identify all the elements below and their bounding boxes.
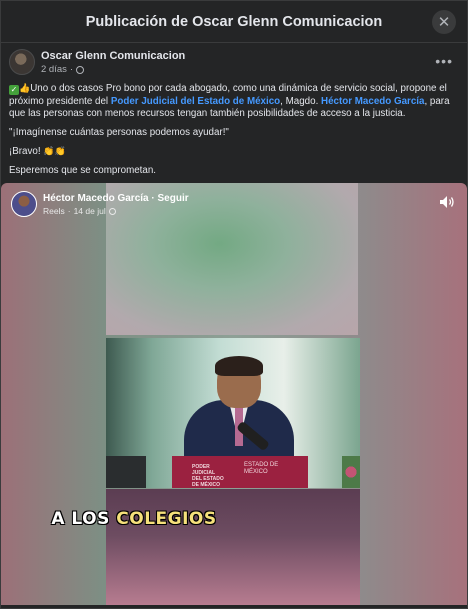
post-meta: 2 días · [41,64,85,75]
checkmark-icon: ✓ [9,85,19,95]
post-modal: Publicación de Oscar Glenn Comunicacion … [0,0,468,609]
thumbs-up-icon: 👍 [19,83,31,93]
follow-button[interactable]: Seguir [158,193,189,204]
video-still: PODER JUDICIAL DEL ESTADO DE MÉXICO ESTA… [106,338,360,488]
reel-author-avatar[interactable] [11,191,37,217]
lectern-logo-right: ESTADO DE MÉXICO [244,462,279,475]
modal-title: Publicación de Oscar Glenn Comunicacion [85,13,383,30]
caption-text-b: COLEGIOS [116,509,217,529]
caption-background [106,489,360,605]
link-hector-macedo[interactable]: Héctor Macedo García [321,96,424,107]
more-options-icon[interactable]: ••• [435,53,453,69]
link-poder-judicial[interactable]: Poder Judicial del Estado de México [111,96,280,107]
post-author-row: Oscar Glenn Comunicacion 2 días · ••• [9,49,459,79]
post-quote: "¡Imagínense cuántas personas podemos ay… [9,126,229,138]
close-button[interactable]: ✕ [432,10,456,34]
reel-type: Reels [43,206,65,216]
bravo-text: ¡Bravo! [9,146,41,157]
post-paragraph-1: ✓ 👍Uno o dos casos Pro bono por cada abog… [9,82,461,121]
reel-separator: · [148,193,158,204]
post-body: ✓ 👍Uno o dos casos Pro bono por cada abog… [9,82,461,183]
post-bravo-line: ¡Bravo! 👏👏 [9,145,461,159]
reel-author-name[interactable]: Héctor Macedo García [43,193,149,204]
lectern-logo-left: PODER JUDICIAL DEL ESTADO DE MÉXICO [192,464,224,488]
post-time[interactable]: 2 días [41,64,67,75]
reel-video[interactable]: PODER JUDICIAL DEL ESTADO DE MÉXICO ESTA… [1,183,467,605]
globe-icon [76,65,85,74]
post-closing: Esperemos que se comprometan. [9,164,157,176]
chair [106,456,146,488]
close-icon[interactable]: ✕ [438,15,451,30]
caption-text-a: A LOS [51,509,117,529]
speaker-hair [215,356,263,376]
reel-date[interactable]: 14 de jul [74,206,106,216]
modal-header: Publicación de Oscar Glenn Comunicacion … [1,1,467,43]
clapping-hands-icon: 👏👏 [43,146,66,156]
post-text-segment: , Magdo. [280,95,322,107]
reel-globe-icon [108,207,116,215]
flowers [342,456,360,488]
author-avatar[interactable] [9,49,35,75]
author-name[interactable]: Oscar Glenn Comunicacion [41,50,185,62]
reel-meta: Reels · 14 de jul [43,206,116,216]
sound-icon[interactable] [439,195,455,209]
lectern: PODER JUDICIAL DEL ESTADO DE MÉXICO ESTA… [172,456,308,488]
reel-author-line: Héctor Macedo García · Seguir [43,193,189,204]
reel-author-row: Héctor Macedo García · Seguir Reels · 14… [11,191,311,219]
video-caption: A LOS COLEGIOS [49,509,219,529]
reel-meta-dot: · [67,206,71,216]
meta-separator: · [69,64,74,75]
